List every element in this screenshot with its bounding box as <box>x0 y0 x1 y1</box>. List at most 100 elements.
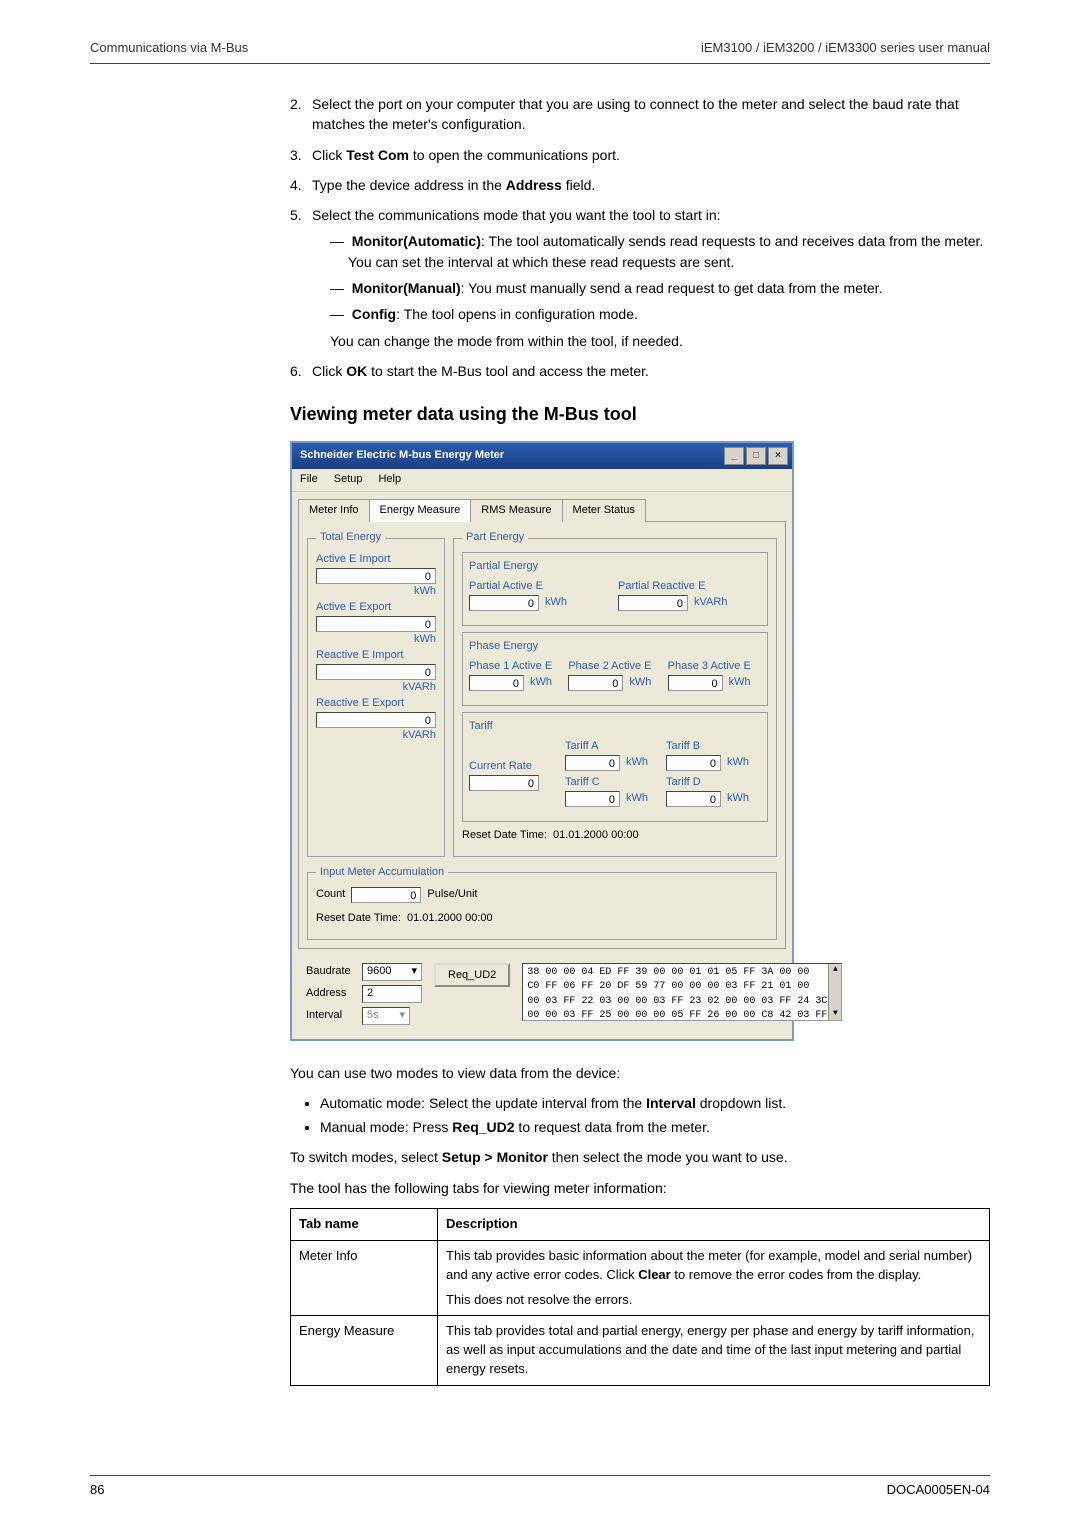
unit-phase3: kWh <box>729 675 751 691</box>
label-reactive-export: Reactive E Export <box>316 696 436 712</box>
doc-id: DOCA0005EN-04 <box>887 1482 990 1497</box>
label-tariff-b: Tariff B <box>666 739 761 755</box>
value-tariff-b: 0 <box>666 755 721 771</box>
switch-modes-text: To switch modes, select Setup > Monitor … <box>290 1147 990 1167</box>
label-current-rate: Current Rate <box>469 759 559 775</box>
chevron-down-icon: ▾ <box>399 1008 405 1024</box>
label-partial-reactive: Partial Reactive E <box>618 579 761 595</box>
step-number: 5. <box>290 205 312 351</box>
page-footer: 86 DOCA0005EN-04 <box>90 1475 990 1497</box>
legend-input-meter: Input Meter Accumulation <box>316 865 448 881</box>
value-input-reset-date-time: 01.01.2000 00:00 <box>407 911 493 927</box>
scroll-down-icon[interactable]: ▼ <box>833 1008 838 1020</box>
tab-rms-measure[interactable]: RMS Measure <box>470 499 562 522</box>
step-3-text: Click Test Com to open the communication… <box>312 145 990 165</box>
scroll-up-icon[interactable]: ▲ <box>833 964 838 976</box>
cell-energy-measure-desc: This tab provides total and partial ener… <box>438 1316 990 1386</box>
unit-partial-reactive: kVARh <box>694 595 727 611</box>
unit-partial-active: kWh <box>545 595 567 611</box>
label-interval: Interval <box>306 1008 356 1024</box>
header-right: iEM3100 / iEM3200 / iEM3300 series user … <box>701 40 990 55</box>
step-5-config: — Config: The tool opens in configuratio… <box>330 304 990 324</box>
hex-output: 38 00 00 04 ED FF 39 00 00 01 01 05 FF 3… <box>522 963 842 1021</box>
step-4-text: Type the device address in the Address f… <box>312 175 990 195</box>
step-5-text: Select the communications mode that you … <box>312 205 990 225</box>
value-partial-active: 0 <box>469 595 539 611</box>
step-5-note: You can change the mode from within the … <box>312 331 990 351</box>
step-number: 6. <box>290 361 312 381</box>
label-baudrate: Baudrate <box>306 964 356 980</box>
label-tariff-a: Tariff A <box>565 739 660 755</box>
legend-tariff: Tariff <box>469 719 761 735</box>
cell-meter-info-desc: This tab provides basic information abou… <box>438 1240 990 1316</box>
page-number: 86 <box>90 1482 104 1497</box>
cell-meter-info-name: Meter Info <box>291 1240 438 1316</box>
value-reset-date-time: 01.01.2000 00:00 <box>553 828 639 844</box>
value-reactive-import: 0 <box>316 664 436 680</box>
unit-phase2: kWh <box>629 675 651 691</box>
menu-setup[interactable]: Setup <box>334 472 363 488</box>
bullet-manual-mode: Manual mode: Press Req_UD2 to request da… <box>320 1117 990 1137</box>
menu-help[interactable]: Help <box>378 472 401 488</box>
mbus-tool-window: Schneider Electric M-bus Energy Meter _ … <box>290 441 794 1040</box>
legend-partial-energy: Partial Energy <box>469 559 761 575</box>
value-active-export: 0 <box>316 616 436 632</box>
group-tariff: Tariff Current Rate 0 Tariff A 0 kWh Tari… <box>462 712 768 822</box>
value-phase1: 0 <box>469 675 524 691</box>
minimize-icon[interactable]: _ <box>724 447 744 465</box>
window-title: Schneider Electric M-bus Energy Meter <box>300 448 504 464</box>
value-tariff-d: 0 <box>666 791 721 807</box>
bullet-automatic-mode: Automatic mode: Select the update interv… <box>320 1093 990 1113</box>
scrollbar[interactable]: ▲▼ <box>828 964 841 1020</box>
step-5-automatic: — Monitor(Automatic): The tool automatic… <box>330 231 990 272</box>
unit-active-export: kWh <box>316 632 436 648</box>
unit-tariff-d: kWh <box>727 791 749 807</box>
group-phase-energy: Phase Energy Phase 1 Active E 0kWh Phase… <box>462 632 768 706</box>
label-input-reset-date-time: Reset Date Time: <box>316 911 401 927</box>
maximize-icon[interactable]: □ <box>746 447 766 465</box>
legend-part-energy: Part Energy <box>462 530 528 546</box>
value-partial-reactive: 0 <box>618 595 688 611</box>
step-2-text: Select the port on your computer that yo… <box>312 94 990 135</box>
label-tariff-c: Tariff C <box>565 775 660 791</box>
unit-active-import: kWh <box>316 584 436 600</box>
close-icon[interactable]: × <box>768 447 788 465</box>
step-number: 4. <box>290 175 312 195</box>
label-phase3: Phase 3 Active E <box>668 659 761 675</box>
tab-meter-status[interactable]: Meter Status <box>562 499 646 522</box>
legend-total-energy: Total Energy <box>316 530 385 546</box>
unit-reactive-import: kVARh <box>316 680 436 696</box>
dropdown-baudrate[interactable]: 9600▾ <box>362 963 422 981</box>
unit-phase1: kWh <box>530 675 552 691</box>
label-tariff-d: Tariff D <box>666 775 761 791</box>
value-count: 0 <box>351 887 421 903</box>
header-left: Communications via M-Bus <box>90 40 248 55</box>
label-address: Address <box>306 986 356 1002</box>
label-phase2: Phase 2 Active E <box>568 659 661 675</box>
label-reactive-import: Reactive E Import <box>316 648 436 664</box>
label-reset-date-time: Reset Date Time: <box>462 828 547 844</box>
value-active-import: 0 <box>316 568 436 584</box>
value-tariff-a: 0 <box>565 755 620 771</box>
chevron-down-icon: ▾ <box>411 964 417 980</box>
group-input-meter-accumulation: Input Meter Accumulation Count 0 Pulse/U… <box>307 865 777 940</box>
input-address[interactable]: 2 <box>362 985 422 1003</box>
value-current-rate: 0 <box>469 775 539 791</box>
step-number: 3. <box>290 145 312 165</box>
th-description: Description <box>438 1209 990 1241</box>
group-total-energy: Total Energy Active E Import 0 kWh Activ… <box>307 530 445 856</box>
step-number: 2. <box>290 94 312 135</box>
label-active-import: Active E Import <box>316 552 436 568</box>
tab-energy-measure[interactable]: Energy Measure <box>369 499 472 522</box>
value-phase3: 0 <box>668 675 723 691</box>
menu-file[interactable]: File <box>300 472 318 488</box>
cell-energy-measure-name: Energy Measure <box>291 1316 438 1386</box>
unit-count: Pulse/Unit <box>427 887 477 903</box>
section-heading: Viewing meter data using the M-Bus tool <box>290 401 990 427</box>
tabs-description-table: Tab name Description Meter Info This tab… <box>290 1208 990 1386</box>
unit-tariff-a: kWh <box>626 755 648 771</box>
dropdown-interval[interactable]: 5s▾ <box>362 1007 410 1025</box>
instruction-list: 2. Select the port on your computer that… <box>290 94 990 381</box>
tab-meter-info[interactable]: Meter Info <box>298 499 370 522</box>
req-ud2-button[interactable]: Req_UD2 <box>434 963 510 987</box>
